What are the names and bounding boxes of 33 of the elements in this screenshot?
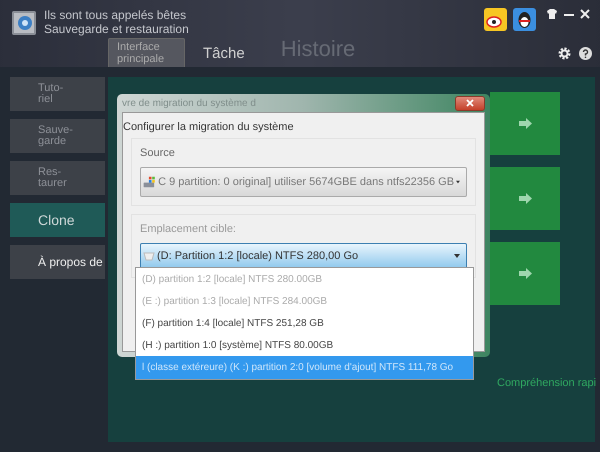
app-name: Ils sont tous appelés bêtes (44, 8, 188, 22)
arrow-right-icon (518, 118, 532, 129)
action-tile[interactable] (490, 167, 560, 230)
caret-icon (454, 254, 460, 258)
sidebar-item[interactable]: Sauve- garde (10, 119, 105, 153)
close-button[interactable] (455, 96, 485, 110)
dropdown-option[interactable]: l (classe extéreure) (K :) partition 2:0 [volume d'ajout] NTFS 111,78 Go (136, 356, 473, 379)
close-icon (466, 99, 474, 107)
source-dropdown[interactable]: C 9 partition: 0 original] utiliser 5674GBE dans ntfs22356 GB (140, 167, 467, 197)
sidebar-item[interactable]: Res- taurer (10, 161, 105, 195)
arrow-right-icon (518, 193, 532, 204)
caret-icon (456, 180, 460, 184)
close-icon[interactable] (580, 8, 590, 20)
dropdown-option[interactable]: (H :) partition 1:0 [système] NTFS 80.00GB (136, 334, 473, 356)
sidebar-item[interactable]: À propos de (10, 245, 105, 279)
dialog-heading: Configurer la migration du système (123, 121, 295, 133)
sidebar-item[interactable]: Tuto- riel (10, 77, 105, 111)
sidebar-item[interactable]: Clone (10, 203, 105, 237)
shirt-icon[interactable] (546, 8, 558, 20)
quick-guide-link[interactable]: Compréhension rapi (497, 377, 596, 389)
action-tile[interactable] (490, 242, 560, 305)
settings-icon[interactable] (558, 47, 571, 60)
help-icon[interactable] (579, 47, 592, 60)
dropdown-option[interactable]: (F) partition 1:4 [locale] NTFS 251,28 GB (136, 312, 473, 334)
arrow-right-icon (518, 268, 532, 279)
tab[interactable]: Tâche (185, 38, 263, 67)
drive-icon (143, 250, 155, 262)
group-label: Emplacement cible: (140, 223, 237, 235)
group-label: Source (140, 147, 176, 159)
app-subtitle: Sauvegarde et restauration (44, 22, 189, 36)
tab[interactable]: Interface principale (108, 38, 185, 67)
action-tile[interactable] (490, 92, 560, 155)
target-dropdown[interactable]: (D: Partition 1:2 [locale) NTFS 280,00 Go (140, 243, 467, 269)
